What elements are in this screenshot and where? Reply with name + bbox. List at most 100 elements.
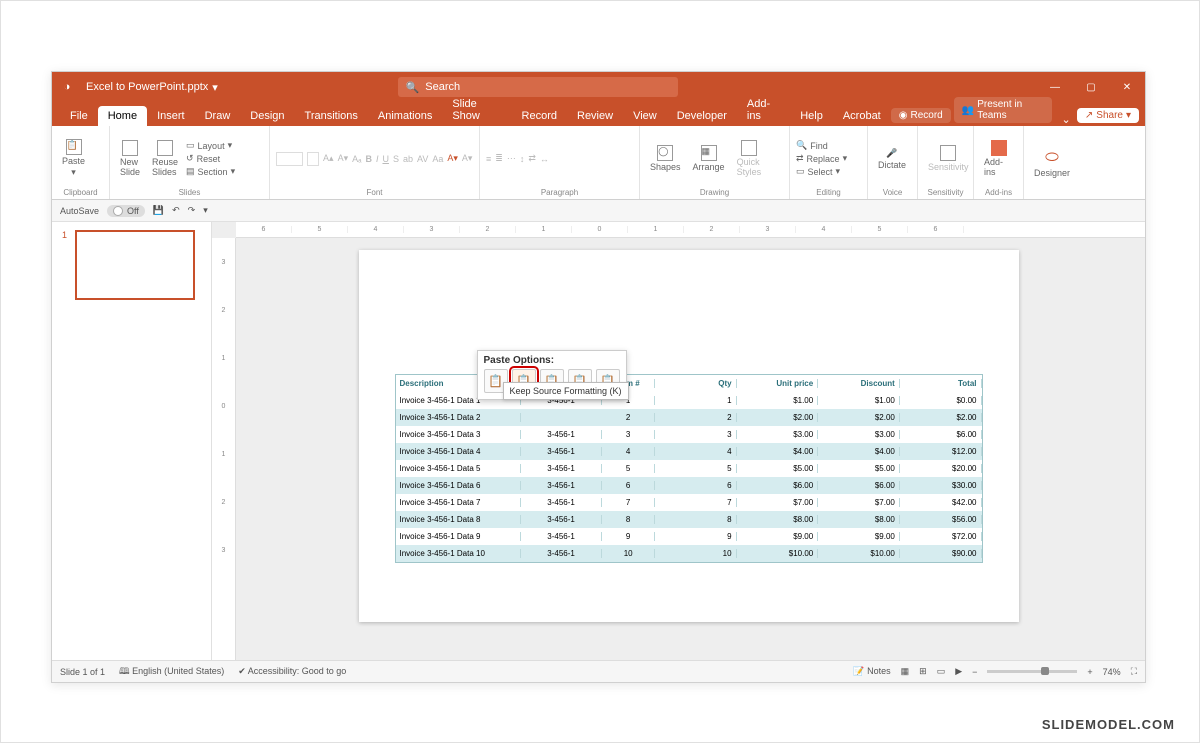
autosave-label: AutoSave (60, 206, 99, 216)
new-slide-icon (122, 140, 138, 156)
chevron-down-icon: ▾ (212, 81, 218, 94)
share-button[interactable]: ↗Share▾ (1077, 108, 1139, 123)
notes-button[interactable]: 📝 Notes (853, 666, 890, 677)
document-title[interactable]: Excel to PowerPoint.pptx ▾ (82, 81, 218, 94)
qat-more-icon[interactable]: ▾ (203, 205, 208, 216)
view-slideshow-icon[interactable]: ▶ (955, 666, 962, 677)
table-row[interactable]: Invoice 3-456-1 Data 83-456-188$8.00$8.0… (396, 511, 982, 528)
search-placeholder: Search (425, 81, 460, 93)
addins-icon (991, 140, 1007, 156)
dictate-button[interactable]: 🎤Dictate (874, 146, 910, 172)
zoom-slider[interactable] (987, 670, 1077, 673)
group-clipboard-label: Clipboard (58, 188, 103, 199)
autosave-toggle[interactable]: Off (107, 205, 145, 217)
group-designer-label (1030, 197, 1074, 199)
group-sensitivity-label: Sensitivity (924, 188, 967, 199)
maximize-button[interactable]: ▢ (1073, 82, 1109, 93)
horizontal-ruler: 6543210123456 (236, 222, 1145, 238)
paste-options-title: Paste Options: (484, 355, 620, 366)
table-row[interactable]: Invoice 3-456-1 Data 63-456-166$6.00$6.0… (396, 477, 982, 494)
redo-icon[interactable]: ↷ (188, 205, 196, 216)
reuse-slides-icon (157, 140, 173, 156)
tab-developer[interactable]: Developer (667, 106, 737, 126)
slide-thumbnail-1[interactable] (75, 230, 195, 300)
tab-acrobat[interactable]: Acrobat (833, 106, 891, 126)
designer-button[interactable]: ⬭Designer (1030, 147, 1074, 180)
group-paragraph-label: Paragraph (486, 188, 633, 199)
table-row[interactable]: Invoice 3-456-1 Data 222$2.00$2.00$2.00 (396, 409, 982, 426)
filename-text: Excel to PowerPoint.pptx (86, 81, 208, 93)
quick-styles-button: Quick Styles (733, 138, 766, 179)
ribbon: 📋Paste▾ Clipboard New Slide Reuse Slides… (52, 126, 1145, 200)
clipboard-icon: 📋 (66, 139, 82, 155)
tab-animations[interactable]: Animations (368, 106, 442, 126)
zoom-level[interactable]: 74% (1103, 667, 1121, 677)
present-teams-button[interactable]: 👥Present in Teams (954, 97, 1053, 123)
zoom-out-icon[interactable]: − (972, 667, 977, 677)
search-input[interactable]: 🔍 Search (398, 77, 678, 97)
vertical-ruler: 3210123 (212, 238, 236, 660)
tab-review[interactable]: Review (567, 106, 623, 126)
record-button[interactable]: ◉Record (891, 108, 951, 123)
shapes-icon: ◯ (657, 145, 673, 161)
minimize-button[interactable]: — (1037, 82, 1073, 93)
table-row[interactable]: Invoice 3-456-1 Data 43-456-144$4.00$4.0… (396, 443, 982, 460)
tab-design[interactable]: Design (240, 106, 294, 126)
tab-file[interactable]: File (60, 106, 98, 126)
slide-thumbnails-panel: 1 (52, 222, 212, 660)
zoom-in-icon[interactable]: + (1087, 667, 1092, 677)
find-button[interactable]: 🔍 Find (796, 140, 847, 151)
data-table[interactable]: Description Invoice # Item # Qty Unit pr… (395, 374, 983, 563)
undo-icon[interactable]: ↶ (172, 205, 180, 216)
table-row[interactable]: Invoice 3-456-1 Data 73-456-177$7.00$7.0… (396, 494, 982, 511)
table-row[interactable]: Invoice 3-456-1 Data 33-456-133$3.00$3.0… (396, 426, 982, 443)
tab-slideshow[interactable]: Slide Show (442, 94, 511, 126)
tab-view[interactable]: View (623, 106, 667, 126)
ribbon-tabs: File Home Insert Draw Design Transitions… (52, 102, 1145, 126)
table-row[interactable]: Invoice 3-456-1 Data 53-456-155$5.00$5.0… (396, 460, 982, 477)
reset-button[interactable]: ↺ Reset (186, 153, 235, 164)
collapse-ribbon-icon[interactable]: ⌄ (1055, 113, 1076, 126)
tab-transitions[interactable]: Transitions (295, 106, 368, 126)
view-reading-icon[interactable]: ▭ (937, 666, 946, 677)
designer-icon: ⬭ (1045, 149, 1059, 167)
tab-draw[interactable]: Draw (195, 106, 241, 126)
arrange-button[interactable]: ▦Arrange (689, 143, 729, 174)
accessibility-status[interactable]: ✔ Accessibility: Good to go (238, 666, 346, 677)
addins-button[interactable]: Add-ins (980, 138, 1017, 179)
paste-option-tooltip: Keep Source Formatting (K) (503, 382, 629, 400)
replace-button[interactable]: ⇄ Replace ▾ (796, 153, 847, 164)
group-drawing-label: Drawing (646, 188, 783, 199)
group-addins-label: Add-ins (980, 188, 1017, 199)
table-row[interactable]: Invoice 3-456-1 Data 93-456-199$9.00$9.0… (396, 528, 982, 545)
fit-window-icon[interactable]: ⛶ (1131, 666, 1137, 677)
slide-counter: Slide 1 of 1 (60, 667, 105, 677)
tab-record[interactable]: Record (512, 106, 567, 126)
view-normal-icon[interactable]: ▦ (901, 666, 910, 677)
tab-addins[interactable]: Add-ins (737, 94, 790, 126)
close-button[interactable]: ✕ (1109, 82, 1145, 93)
language-status[interactable]: 🕮 English (United States) (119, 664, 224, 680)
paragraph-tools: ≡≣⋯↕⇄↔ (486, 129, 633, 188)
paste-button[interactable]: 📋Paste▾ (58, 137, 89, 180)
reuse-slides-button[interactable]: Reuse Slides (148, 138, 182, 179)
font-tools: A▴A▾Aₐ BIUSab AVAaA▾A▾ (276, 129, 473, 188)
table-row[interactable]: Invoice 3-456-1 Data 103-456-11010$10.00… (396, 545, 982, 562)
thumb-number: 1 (62, 230, 67, 240)
group-voice-label: Voice (874, 188, 911, 199)
new-slide-button[interactable]: New Slide (116, 138, 144, 179)
section-button[interactable]: ▤ Section ▾ (186, 166, 235, 177)
status-bar: Slide 1 of 1 🕮 English (United States) ✔… (52, 660, 1145, 682)
tab-insert[interactable]: Insert (147, 106, 195, 126)
arrange-icon: ▦ (701, 145, 717, 161)
app-icon: ◑ (52, 81, 82, 93)
save-icon[interactable]: 💾 (153, 205, 164, 216)
sensitivity-button: Sensitivity (924, 143, 973, 174)
slide-canvas[interactable]: Paste Options: 📋 📋 📋 📋 📋 Keep Source For… (359, 250, 1019, 622)
layout-button[interactable]: ▭ Layout ▾ (186, 140, 235, 151)
tab-help[interactable]: Help (790, 106, 833, 126)
tab-home[interactable]: Home (98, 106, 147, 126)
view-sorter-icon[interactable]: ⊞ (919, 666, 927, 677)
shapes-button[interactable]: ◯Shapes (646, 143, 685, 174)
select-button[interactable]: ▭ Select ▾ (796, 166, 847, 177)
